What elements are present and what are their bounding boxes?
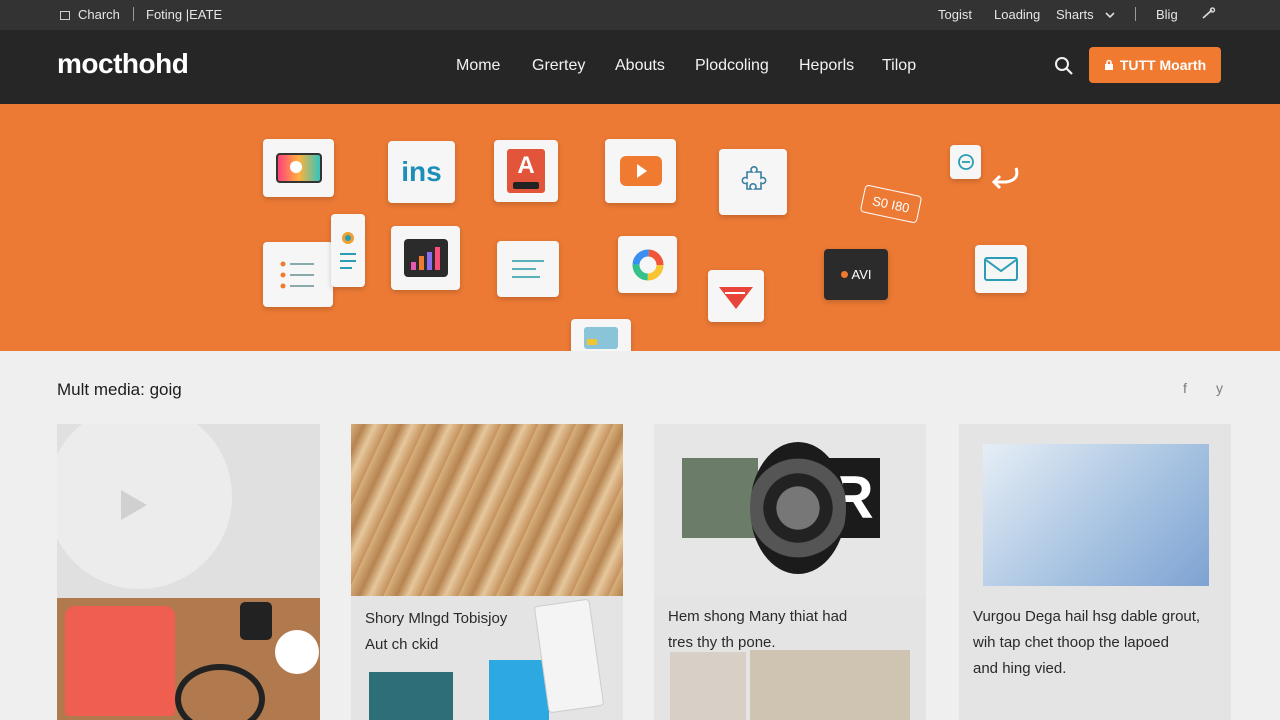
- list-app-tile[interactable]: [263, 242, 333, 307]
- topbar-link-sharts[interactable]: Sharts: [1056, 7, 1115, 22]
- search-icon[interactable]: [1052, 54, 1076, 78]
- play-icon: [121, 490, 147, 520]
- window-icon: [60, 11, 70, 20]
- topbar-separator: [133, 7, 134, 21]
- red-tshirt-shape: [65, 606, 175, 716]
- mail-icon: [984, 257, 1018, 281]
- letter-a-app-tile[interactable]: A: [494, 140, 558, 202]
- diamond-app-tile[interactable]: [708, 270, 764, 322]
- nav-link-tilop[interactable]: Tilop: [882, 57, 916, 75]
- topbar-link-togist[interactable]: Togist: [938, 7, 972, 22]
- topbar-link-charch[interactable]: Charch: [60, 7, 120, 22]
- topbar-link-loading[interactable]: Loading: [994, 7, 1040, 22]
- list-icon: [280, 261, 314, 288]
- bar-chart-icon: [403, 239, 448, 277]
- color-wheel-app-tile[interactable]: [618, 236, 677, 293]
- text-app-tile[interactable]: [497, 241, 559, 297]
- nav-link-abouts[interactable]: Abouts: [615, 57, 665, 75]
- mail-app-tile[interactable]: [975, 245, 1027, 293]
- credit-card-icon: [584, 327, 618, 349]
- ins-icon: ins: [401, 156, 442, 187]
- cta-button[interactable]: TUTT Moarth: [1089, 47, 1221, 83]
- media-card-gradient[interactable]: Vurgou Dega hail hsg dable grout, wih ta…: [959, 424, 1231, 720]
- main-navigation: mocthohd Mome Grertey Abouts Plodcoling …: [0, 30, 1280, 104]
- top-utility-bar: Charch Foting |EATE Togist Loading Shart…: [0, 0, 1280, 30]
- chevron-down-icon: [1105, 12, 1115, 19]
- nav-link-plodcoling[interactable]: Plodcoling: [695, 57, 769, 75]
- speaker-shape: [750, 442, 846, 574]
- speaker-image: R: [654, 424, 926, 596]
- color-wheel-icon: [632, 249, 663, 280]
- browser-app-tile[interactable]: [950, 145, 981, 179]
- video-thumbnail: [57, 424, 320, 598]
- facebook-icon[interactable]: f: [1183, 380, 1187, 396]
- chart-app-tile[interactable]: [391, 226, 460, 290]
- device-shape: [240, 602, 272, 640]
- section-title: Mult media: goig: [57, 380, 182, 399]
- media-card-speaker[interactable]: R Hem shong Many thiat had tres thy th p…: [654, 424, 926, 720]
- puzzle-icon: [741, 166, 767, 190]
- media-card-video[interactable]: [57, 424, 320, 720]
- coffee-cup-shape: [275, 630, 319, 674]
- product-flatlay-image: [57, 598, 320, 720]
- document-icon: [340, 231, 356, 269]
- card-app-tile[interactable]: [571, 319, 631, 351]
- record-dot-icon: [840, 271, 848, 278]
- blue-gradient-image: [983, 444, 1209, 586]
- avi-label: AVI: [840, 267, 872, 282]
- avi-app-tile[interactable]: AVI: [824, 249, 888, 300]
- card-caption: Hem shong Many thiat had tres thy th pon…: [668, 608, 848, 651]
- nav-link-heporls[interactable]: Heporls: [799, 57, 854, 75]
- nav-link-grertey[interactable]: Grertey: [532, 57, 585, 75]
- house-shape: [369, 672, 453, 720]
- card-caption: Vurgou Dega hail hsg dable grout, wih ta…: [973, 608, 1201, 677]
- topbar-link-foting[interactable]: Foting |EATE: [146, 7, 222, 22]
- arch-shape: [489, 660, 549, 720]
- hero-banner: ins A S0 I80 AVI: [0, 104, 1280, 351]
- diamond-icon: [719, 287, 753, 309]
- site-logo[interactable]: mocthohd: [57, 48, 189, 80]
- font-app-icon: A: [507, 149, 545, 193]
- twitter-icon[interactable]: y: [1216, 380, 1223, 396]
- topbar-link-blig[interactable]: Blig: [1156, 7, 1178, 22]
- lines-icon: [512, 260, 544, 278]
- illustration-image: [351, 598, 623, 720]
- lock-icon: [1104, 59, 1113, 70]
- puzzle-app-tile[interactable]: [719, 149, 787, 215]
- document-app-tile[interactable]: [331, 214, 365, 287]
- video-app-tile[interactable]: [605, 139, 676, 203]
- media-card-texture[interactable]: Shory Mlngd Tobisjoy Aut ch ckid: [351, 424, 623, 720]
- image-gallery-icon: [275, 153, 322, 183]
- play-icon: [619, 156, 662, 186]
- undo-arrow-icon[interactable]: [986, 160, 1022, 190]
- price-tag: S0 I80: [859, 184, 923, 224]
- nav-link-mome[interactable]: Mome: [456, 57, 500, 75]
- topbar-separator: [1135, 7, 1136, 21]
- hair-texture-image: [351, 424, 623, 596]
- link-icon[interactable]: [1200, 7, 1216, 21]
- cable-coil-shape: [175, 664, 265, 720]
- globe-icon: [957, 154, 974, 170]
- ins-app-tile[interactable]: ins: [388, 141, 455, 203]
- book-photo: [750, 650, 910, 720]
- photo-collage-shape: [682, 458, 758, 538]
- gallery-app-tile[interactable]: [263, 139, 334, 197]
- person-photo: [670, 652, 746, 720]
